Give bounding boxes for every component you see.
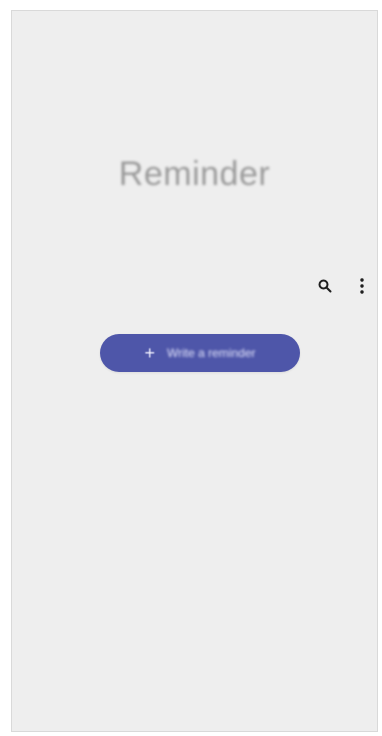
add-reminder-label: Write a reminder	[167, 346, 256, 360]
page-title: Reminder	[118, 155, 271, 193]
app-screen: Reminder + Write a reminder	[11, 10, 378, 732]
more-vertical-icon[interactable]	[351, 275, 373, 297]
search-icon[interactable]	[314, 275, 336, 297]
plus-icon: +	[144, 343, 156, 363]
add-reminder-button[interactable]: + Write a reminder	[100, 334, 300, 372]
